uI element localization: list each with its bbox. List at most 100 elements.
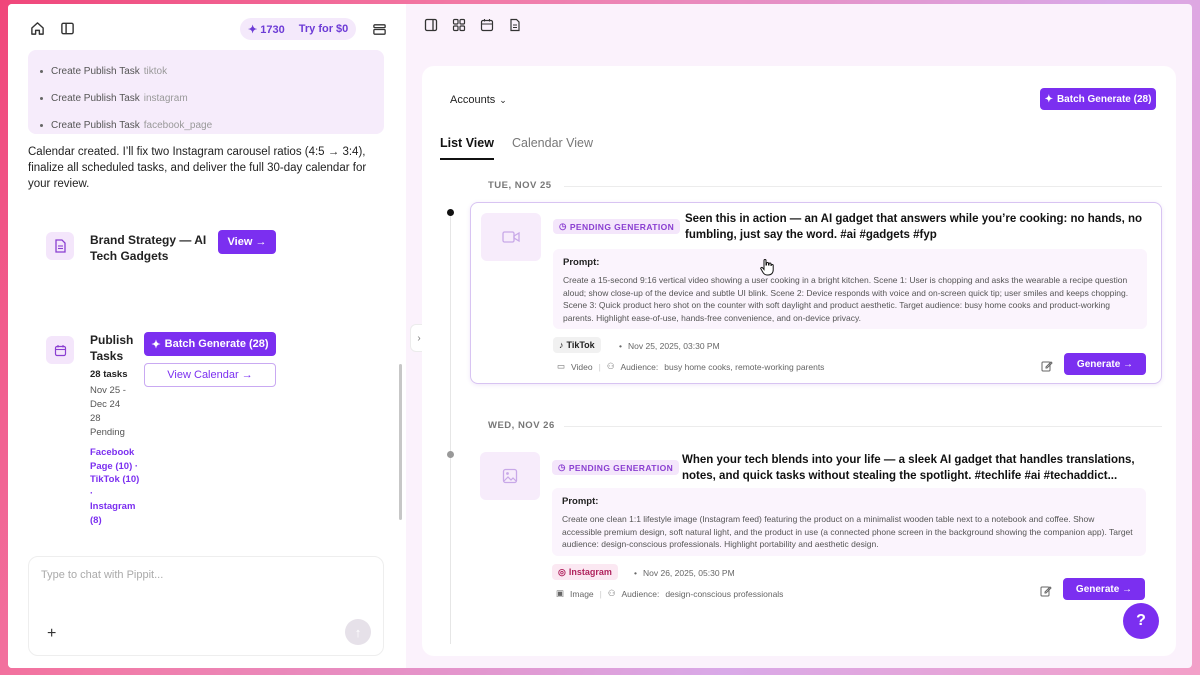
subtask-platform: tiktok xyxy=(143,66,168,77)
date-header: TUE, NOV 25 xyxy=(488,180,552,191)
pending-label: Pending xyxy=(90,427,125,438)
audience-icon: ⚇ xyxy=(606,361,615,371)
sparkle-icon: ✦ xyxy=(151,338,161,351)
chat-panel: ✦ 1730 Try for $0 Create Publish Task ti… xyxy=(8,4,406,668)
task-count: 28 tasks xyxy=(90,369,128,380)
post-card[interactable]: ◷ PENDING GENERATION When your tech blen… xyxy=(470,442,1162,612)
prompt-text: Create a 15-second 9:16 vertical video s… xyxy=(563,275,1129,323)
left-header: ✦ 1730 Try for $0 xyxy=(8,4,406,52)
prompt-box: Prompt: Create one clean 1:1 lifestyle i… xyxy=(552,488,1146,556)
plus-icon[interactable]: + xyxy=(47,625,56,643)
subtask-platform: instagram xyxy=(143,93,188,104)
timeline-dot xyxy=(447,451,454,458)
separator: | xyxy=(599,588,602,599)
tab-list-view[interactable]: List View xyxy=(440,136,494,160)
document-icon xyxy=(46,232,74,260)
subtask-item: Create Publish Task instagram xyxy=(40,85,372,112)
batch-generate-top-label: Batch Generate (28) xyxy=(1056,93,1152,105)
schedule-text: Nov 25, 2025, 03:30 PM xyxy=(627,341,720,351)
status-badge: ◷ PENDING GENERATION xyxy=(552,460,680,475)
subtask-item: Create Publish Task tiktok xyxy=(40,58,372,85)
audience-label: Audience: xyxy=(621,588,660,599)
video-placeholder-icon xyxy=(481,213,541,261)
platform-tag: ◎ Instagram xyxy=(552,564,618,580)
home-icon[interactable] xyxy=(26,17,48,39)
image-placeholder-icon xyxy=(480,452,540,500)
tab-calendar-view[interactable]: Calendar View xyxy=(512,136,593,160)
app-window: ✦ 1730 Try for $0 Create Publish Task ti… xyxy=(8,4,1192,668)
hand-cursor-icon xyxy=(760,258,774,281)
instagram-icon: ◎ xyxy=(558,566,566,577)
pending-count: 28 xyxy=(90,413,101,424)
prompt-label: Prompt: xyxy=(563,257,600,268)
sidebar-toggle-icon[interactable] xyxy=(56,17,78,39)
audience-value: busy home cooks, remote-working parents xyxy=(664,361,825,372)
post-card[interactable]: ◷ PENDING GENERATION Seen this in action… xyxy=(470,202,1162,384)
calendar-icon xyxy=(46,336,74,364)
bullet-icon: • xyxy=(619,341,622,351)
date-header: WED, NOV 26 xyxy=(488,420,555,431)
platform-tag: ♪ TikTok xyxy=(553,337,601,353)
chat-input-box[interactable]: Type to chat with Pippit... + ↑ xyxy=(28,556,384,656)
bullet-icon xyxy=(40,124,43,127)
accounts-dropdown[interactable]: Accounts ⌄ xyxy=(450,94,507,106)
status-badge: ◷ PENDING GENERATION xyxy=(553,219,681,234)
publish-card-title: Publish Tasks xyxy=(90,333,134,363)
assistant-message: Calendar created. I’ll fix two Instagram… xyxy=(28,146,367,190)
credits-pill[interactable]: ✦ 1730 Try for $0 xyxy=(240,18,357,40)
chevron-down-icon: ⌄ xyxy=(499,94,507,105)
accounts-label: Accounts xyxy=(450,94,496,106)
publish-calendar-panel: Accounts ⌄ ✦ Batch Generate (28) List Vi… xyxy=(422,66,1176,656)
document-view-icon[interactable] xyxy=(508,18,522,32)
video-type-icon: ▭ xyxy=(557,361,566,371)
date-range: Nov 25 - Dec 24 xyxy=(90,385,126,410)
audience-value: design-conscious professionals xyxy=(665,588,784,599)
schedule-time: • Nov 26, 2025, 05:30 PM xyxy=(634,568,735,578)
subtask-label: Create Publish Task xyxy=(51,120,140,131)
post-meta: ▭ Video | ⚇ Audience: busy home cooks, r… xyxy=(557,361,824,372)
schedule-text: Nov 26, 2025, 05:30 PM xyxy=(642,568,735,578)
subtask-item: Create Publish Task facebook_page xyxy=(40,112,372,139)
subtask-label: Create Publish Task xyxy=(51,66,140,77)
generate-button[interactable]: Generate → xyxy=(1064,353,1146,375)
batch-generate-label: Batch Generate (28) xyxy=(164,338,269,350)
platform-breakdown[interactable]: Facebook Page (10) · TikTok (10) · Insta… xyxy=(90,446,140,527)
stack-icon[interactable] xyxy=(368,18,390,40)
panel-icon[interactable] xyxy=(424,18,438,32)
brand-strategy-card: Brand Strategy — AI Tech Gadgets View → xyxy=(28,210,294,274)
bullet-icon: • xyxy=(634,568,637,578)
chat-scrollbar[interactable] xyxy=(399,364,402,520)
edit-icon[interactable] xyxy=(1041,359,1053,372)
batch-generate-top-button[interactable]: ✦ Batch Generate (28) xyxy=(1040,88,1156,110)
credits-count: ✦ 1730 xyxy=(248,23,285,36)
tiktok-icon: ♪ xyxy=(559,340,564,350)
image-type-icon: ▣ xyxy=(556,588,565,598)
try-free-link[interactable]: Try for $0 xyxy=(299,23,349,35)
date-divider xyxy=(564,426,1162,427)
clock-icon: ◷ xyxy=(558,462,566,472)
post-caption: Seen this in action — an AI gadget that … xyxy=(685,213,1143,241)
prompt-label: Prompt: xyxy=(562,496,599,507)
platform-label: TikTok xyxy=(566,340,595,350)
status-label: PENDING GENERATION xyxy=(569,221,675,232)
subtask-platform: facebook_page xyxy=(143,120,213,131)
chat-input-placeholder[interactable]: Type to chat with Pippit... xyxy=(41,569,163,581)
media-type: Image xyxy=(570,588,594,599)
schedule-time: • Nov 25, 2025, 03:30 PM xyxy=(619,341,720,351)
batch-generate-button[interactable]: ✦ Batch Generate (28) xyxy=(144,332,276,356)
view-toolbar xyxy=(424,18,522,40)
help-icon[interactable]: ? xyxy=(1123,603,1159,639)
post-caption: When your tech blends into your life — a… xyxy=(682,454,1135,482)
subtask-list: Create Publish Task tiktok Create Publis… xyxy=(28,50,384,134)
grid-icon[interactable] xyxy=(452,18,466,32)
calendar-view-icon[interactable] xyxy=(480,18,494,32)
audience-label: Audience: xyxy=(620,361,659,372)
generate-button[interactable]: Generate → xyxy=(1063,578,1145,600)
view-strategy-button[interactable]: View → xyxy=(218,230,276,254)
send-icon[interactable]: ↑ xyxy=(345,619,371,645)
clock-icon: ◷ xyxy=(559,221,567,231)
prompt-text: Create one clean 1:1 lifestyle image (In… xyxy=(562,514,1133,549)
view-calendar-button[interactable]: View Calendar → xyxy=(144,363,276,387)
platform-label: Instagram xyxy=(568,567,612,577)
edit-icon[interactable] xyxy=(1040,584,1052,597)
